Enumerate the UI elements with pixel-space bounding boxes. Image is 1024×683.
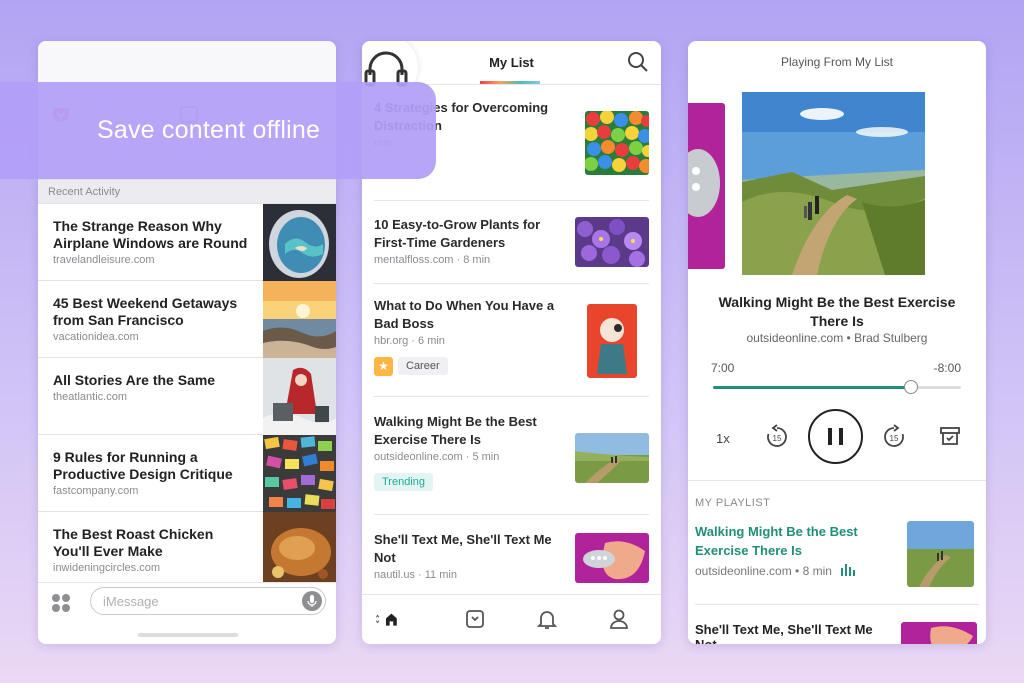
coast-sunset-thumbnail [263,281,336,358]
playlist-item-meta-text: outsideonline.com • 8 min [695,564,832,578]
playlist-item-thumbnail [901,622,977,644]
star-icon: ★ [374,357,393,376]
playlist-item-meta: outsideonline.com • 8 min [695,564,856,578]
player-divider [688,480,986,481]
pause-button[interactable] [808,409,863,464]
red-riding-hood-thumbnail [263,358,336,435]
imessage-placeholder: iMessage [103,594,159,609]
track-artwork [742,92,925,275]
playlist-item-thumbnail [907,521,974,587]
recent-item-domain: vacationidea.com [53,331,139,343]
playlist-label: MY PLAYLIST [695,497,771,509]
playback-speed-button[interactable]: 1x [716,431,730,446]
now-playing-bars-icon [841,564,856,576]
gumballs-thumbnail [585,111,649,175]
list-item[interactable]: 10 Easy-to-Grow Plants for First-Time Ga… [374,201,649,284]
home-indicator [138,633,238,637]
app-drawer-icon[interactable] [51,593,71,613]
recent-item-title: The Strange Reason Why Airplane Windows … [53,218,248,251]
archive-icon[interactable] [939,425,961,447]
recent-item-domain: fastcompany.com [53,485,139,497]
recent-item[interactable]: 45 Best Weekend Getaways from San Franci… [38,281,336,358]
progress-scrubber[interactable] [713,380,961,394]
banner-text: Save content offline [97,116,321,144]
list-item[interactable]: Walking Might Be the Best Exercise There… [374,397,649,515]
recent-item[interactable]: The Strange Reason Why Airplane Windows … [38,204,336,281]
purple-flowers-thumbnail [575,217,649,267]
tag-career[interactable]: Career [398,357,448,375]
recent-item-title: 9 Rules for Running a Productive Design … [53,449,233,482]
skip-forward-15-icon[interactable]: 15 [881,424,907,450]
list-item-meta: outsideonline.com · 5 min [374,451,500,463]
progress-fill [713,386,912,389]
color-swatches-thumbnail [263,435,336,512]
list-item[interactable]: She'll Text Me, She'll Text Me Not nauti… [374,515,649,594]
track-source: outsideonline.com • Brad Stulberg [746,331,928,345]
recent-item-domain: inwideningcircles.com [53,562,160,574]
playlist-item-title[interactable]: Walking Might Be the Best Exercise There… [695,522,885,560]
remaining-time: -8:00 [933,361,961,375]
recent-item-title: All Stories Are the Same [53,372,216,388]
recent-item-title: The Best Roast Chicken You'll Ever Make [53,526,214,559]
recent-item-domain: theatlantic.com [53,391,127,403]
recent-item[interactable]: All Stories Are the Same theatlantic.com [38,358,336,435]
list-item-meta: mentalfloss.com · 8 min [374,254,491,266]
svg-text:15: 15 [773,434,782,443]
hikers-thumbnail [575,433,649,483]
roast-chicken-thumbnail [263,512,336,589]
recent-item[interactable]: 9 Rules for Running a Productive Design … [38,435,336,512]
recent-item[interactable]: The Best Roast Chicken You'll Ever Make … [38,512,336,589]
playlist-item-title[interactable]: She'll Text Me, She'll Text Me Not [695,622,895,644]
bottom-nav [362,594,661,644]
feature-banner: Save content offline [0,82,436,179]
text-message-illustration-thumbnail [575,533,649,583]
recent-item-title: 45 Best Weekend Getaways from San Franci… [53,295,238,328]
microphone-icon[interactable] [302,591,322,611]
imessage-input-bar: iMessage [38,582,336,644]
imessage-input[interactable]: iMessage [90,587,326,615]
playlist-divider [695,604,979,605]
recent-activity-label: Recent Activity [38,179,336,204]
skip-back-15-icon[interactable]: 15 [764,424,790,450]
recent-item-domain: travelandleisure.com [53,254,155,266]
airplane-window-thumbnail [263,204,336,281]
saved-list-icon[interactable] [463,607,487,631]
list-item-meta: hbr.org · 6 min [374,335,445,347]
list-item-title: She'll Text Me, She'll Text Me Not [374,532,552,565]
list-item-title: What to Do When You Have a Bad Boss [374,298,555,331]
audio-player-screen: Playing From My List Walking Might Be th… [688,41,986,644]
tag-trending[interactable]: Trending [374,473,434,491]
profile-icon[interactable] [607,607,631,631]
player-header: Playing From My List [780,55,894,69]
track-title: Walking Might Be the Best Exercise There… [718,294,956,329]
list-item-meta: nautil.us · 11 min [374,569,457,581]
list-item-title: 10 Easy-to-Grow Plants for First-Time Ga… [374,217,541,250]
bad-boss-illustration-thumbnail [587,304,637,378]
elapsed-time: 7:00 [711,361,735,375]
svg-text:15: 15 [890,434,899,443]
home-icon[interactable] [374,607,398,631]
list-item-title: Walking Might Be the Best Exercise There… [374,414,537,447]
previous-track-artwork[interactable] [688,103,725,269]
notifications-bell-icon[interactable] [535,607,559,631]
pause-icon [828,428,843,445]
scrubber-knob[interactable] [904,380,919,394]
list-item[interactable]: What to Do When You Have a Bad Boss hbr.… [374,284,649,397]
search-icon[interactable] [627,51,649,73]
